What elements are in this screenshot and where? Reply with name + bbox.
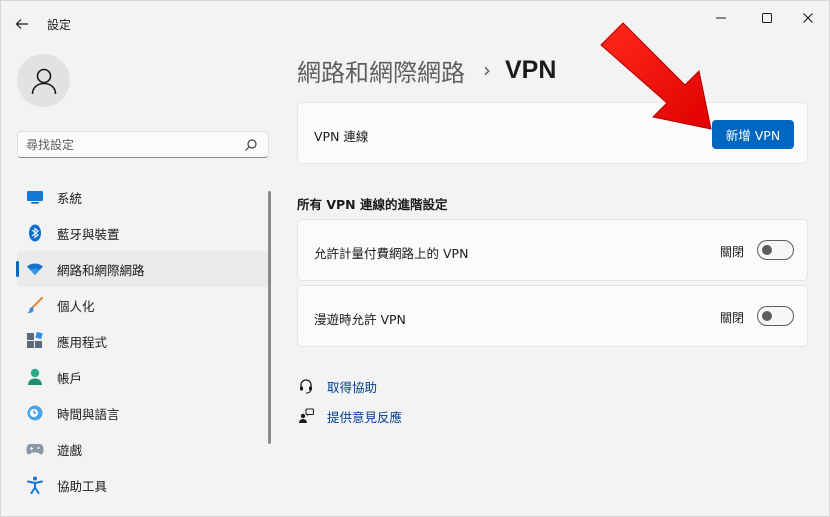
advanced-settings-title: 所有 VPN 連線的進階設定 xyxy=(297,197,448,212)
annotation-arrow-icon xyxy=(600,22,712,130)
roaming-vpn-card: 漫遊時允許 VPN 關閉 xyxy=(297,285,808,347)
breadcrumb-separator: › xyxy=(483,58,491,82)
maximize-button[interactable] xyxy=(750,7,784,29)
feedback-icon xyxy=(297,407,315,425)
system-icon xyxy=(26,188,44,206)
user-icon xyxy=(31,68,56,94)
get-help-link[interactable]: 取得協助 xyxy=(297,376,377,396)
back-button[interactable] xyxy=(11,13,33,35)
metered-vpn-state: 關閉 xyxy=(720,245,745,259)
app-title: 設定 xyxy=(47,18,72,32)
apps-icon xyxy=(26,332,44,350)
toggle-knob xyxy=(762,311,772,321)
vpn-connections-label: VPN 連線 xyxy=(314,129,369,144)
close-button[interactable] xyxy=(791,7,825,29)
sidebar-item-time-language[interactable]: 時間與語言 xyxy=(17,395,269,431)
account-icon xyxy=(26,368,44,386)
sidebar-item-system[interactable]: 系統 xyxy=(17,179,269,215)
give-feedback-link[interactable]: 提供意見反應 xyxy=(297,406,402,426)
breadcrumb-parent[interactable]: 網路和網際網路 xyxy=(297,53,465,88)
roaming-vpn-toggle[interactable] xyxy=(757,306,794,326)
sidebar-item-gaming[interactable]: 遊戲 xyxy=(17,431,269,467)
metered-vpn-card: 允許計量付費網路上的 VPN 關閉 xyxy=(297,219,808,281)
vpn-connections-card: VPN 連線 新增 VPN xyxy=(297,102,808,164)
search-icon[interactable] xyxy=(244,138,258,152)
settings-window: 設定 系統 xyxy=(0,0,830,517)
sidebar-item-personalization[interactable]: 個人化 xyxy=(17,287,269,323)
sidebar-nav: 系統 藍牙與裝置 網路和網際網路 個人化 應用程式 帳戶 時間與語言 遊戲 協助… xyxy=(16,179,269,503)
sidebar-item-accounts[interactable]: 帳戶 xyxy=(17,359,269,395)
roaming-vpn-state: 關閉 xyxy=(720,311,745,325)
breadcrumb: 網路和網際網路 › VPN xyxy=(297,53,556,87)
metered-vpn-toggle[interactable] xyxy=(757,240,794,260)
sidebar-scrollbar[interactable] xyxy=(268,191,271,444)
get-help-label[interactable]: 取得協助 xyxy=(327,377,377,396)
page-title: VPN xyxy=(505,55,557,84)
close-icon xyxy=(803,13,813,23)
time-language-icon xyxy=(26,404,44,422)
sidebar-item-accessibility[interactable]: 協助工具 xyxy=(17,467,269,503)
give-feedback-label[interactable]: 提供意見反應 xyxy=(327,407,402,426)
brush-icon xyxy=(26,296,44,314)
bluetooth-icon xyxy=(26,224,44,242)
maximize-icon xyxy=(762,13,772,23)
roaming-vpn-label: 漫遊時允許 VPN xyxy=(314,312,406,327)
sidebar-item-apps[interactable]: 應用程式 xyxy=(17,323,269,359)
sidebar-item-bluetooth[interactable]: 藍牙與裝置 xyxy=(17,215,269,251)
help-headset-icon xyxy=(297,377,315,395)
avatar[interactable] xyxy=(17,54,70,107)
search-box[interactable] xyxy=(17,131,269,158)
search-input[interactable] xyxy=(26,135,236,155)
back-arrow-icon xyxy=(15,19,28,29)
metered-vpn-label: 允許計量付費網路上的 VPN xyxy=(314,246,469,261)
toggle-knob xyxy=(762,245,772,255)
accessibility-icon xyxy=(26,476,44,494)
wifi-icon xyxy=(26,260,44,278)
gamepad-icon xyxy=(26,440,44,458)
sidebar-item-network[interactable]: 網路和網際網路 xyxy=(16,251,269,287)
